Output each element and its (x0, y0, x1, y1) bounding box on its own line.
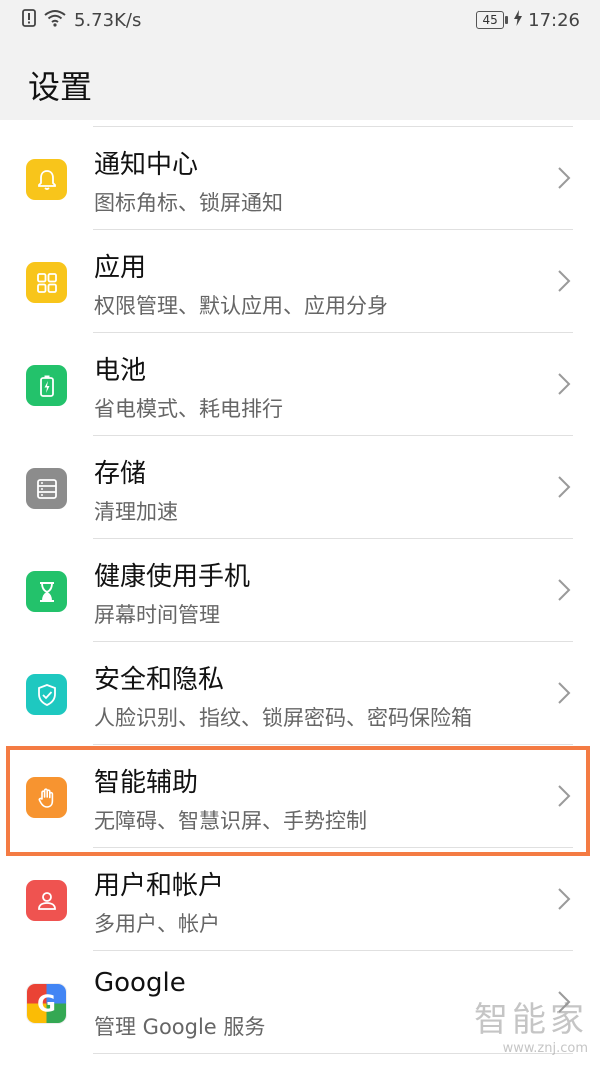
apps-grid-icon (26, 262, 67, 303)
item-subtitle: 管理 Google 服务 (94, 1015, 266, 1039)
charging-icon (514, 9, 523, 31)
item-title: 用户和帐户 (94, 871, 225, 901)
chevron-right-icon (558, 579, 571, 601)
item-title: 应用 (94, 253, 147, 283)
battery-icon (26, 365, 67, 406)
item-subtitle: 图标角标、锁屏通知 (94, 191, 283, 215)
chevron-right-icon (558, 167, 571, 189)
chevron-right-icon (558, 682, 571, 704)
settings-item-users-accounts[interactable]: 用户和帐户 多用户、帐户 (0, 848, 600, 951)
shield-icon (26, 674, 67, 715)
svg-text:G: G (37, 992, 56, 1018)
chevron-right-icon (558, 785, 571, 807)
item-title: 安全和隐私 (94, 665, 225, 695)
settings-item-notification-center[interactable]: 通知中心 图标角标、锁屏通知 (0, 127, 600, 230)
sim-alert-icon (22, 8, 36, 32)
item-subtitle: 多用户、帐户 (94, 912, 220, 936)
settings-item-storage[interactable]: 存储 清理加速 (0, 436, 600, 539)
item-subtitle: 清理加速 (94, 500, 178, 524)
settings-item-smart-assistance[interactable]: 智能辅助 无障碍、智慧识屏、手势控制 (0, 745, 600, 848)
bell-icon (26, 159, 67, 200)
chevron-right-icon (558, 270, 571, 292)
user-icon (26, 880, 67, 921)
item-title: 健康使用手机 (94, 562, 251, 592)
settings-item-battery[interactable]: 电池 省电模式、耗电排行 (0, 333, 600, 436)
item-subtitle: 省电模式、耗电排行 (94, 397, 283, 421)
chevron-right-icon (558, 888, 571, 910)
chevron-right-icon (558, 476, 571, 498)
settings-item-security-privacy[interactable]: 安全和隐私 人脸识别、指纹、锁屏密码、密码保险箱 (0, 642, 600, 745)
item-title: 通知中心 (94, 150, 199, 180)
settings-item-digital-balance[interactable]: 健康使用手机 屏幕时间管理 (0, 539, 600, 642)
item-subtitle: 无障碍、智慧识屏、手势控制 (94, 809, 367, 833)
network-speed: 5.73K/s (74, 9, 142, 31)
watermark-url: www.znj.com (502, 1041, 588, 1056)
item-subtitle: 权限管理、默认应用、应用分身 (94, 294, 388, 318)
status-bar: 5.73K/s 45 17:26 (0, 0, 600, 40)
app-bar: 设置 (0, 40, 600, 120)
item-title: 电池 (94, 356, 147, 386)
item-subtitle: 人脸识别、指纹、锁屏密码、密码保险箱 (94, 706, 472, 730)
chevron-right-icon (558, 373, 571, 395)
google-icon: G (26, 983, 67, 1024)
item-title: 智能辅助 (94, 768, 199, 798)
item-subtitle: 屏幕时间管理 (94, 603, 220, 627)
storage-icon (26, 468, 67, 509)
hand-icon (26, 777, 67, 818)
hourglass-icon (26, 571, 67, 612)
battery-level: 45 (476, 11, 509, 29)
clock: 17:26 (528, 9, 580, 31)
item-title: 存储 (94, 459, 147, 489)
settings-item-apps[interactable]: 应用 权限管理、默认应用、应用分身 (0, 230, 600, 333)
wifi-icon (44, 9, 66, 32)
item-title: Google (94, 968, 186, 998)
page-title: 设置 (28, 68, 93, 106)
watermark: 智能家 www.znj.com (474, 992, 588, 1056)
watermark-text: 智能家 (474, 1000, 588, 1040)
